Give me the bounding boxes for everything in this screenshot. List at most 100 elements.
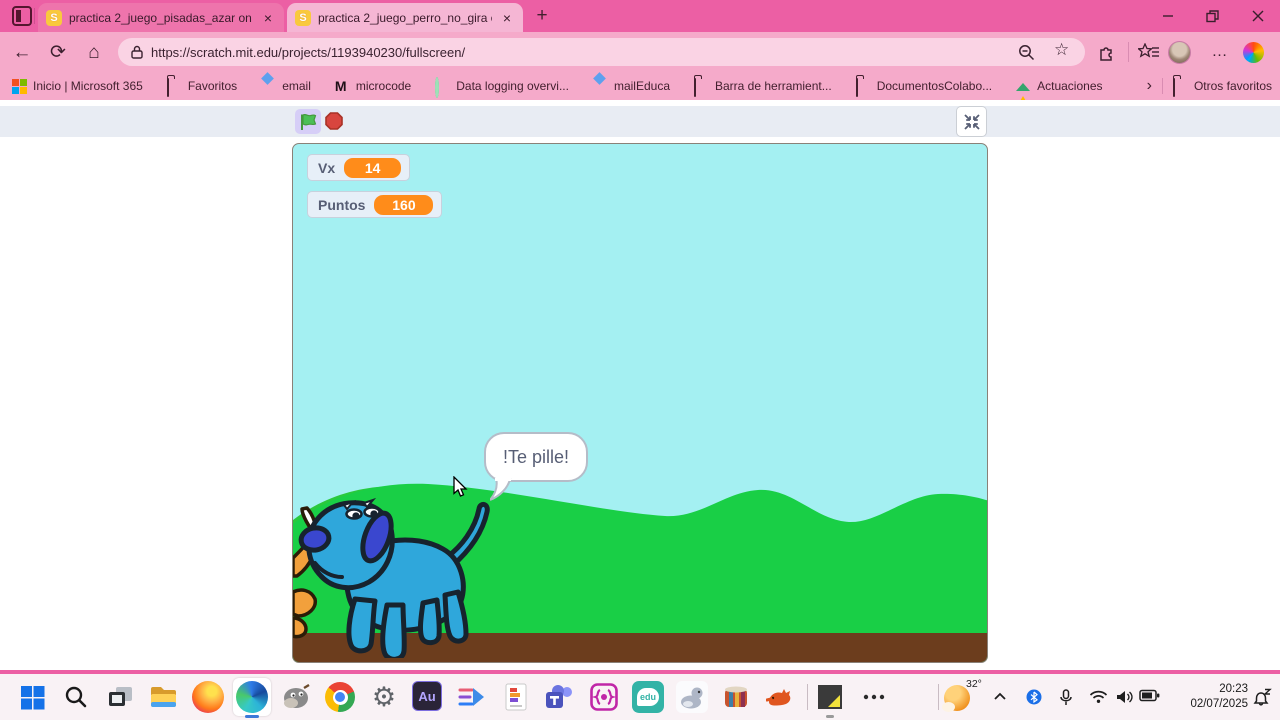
divider [34,8,35,24]
bookmark-item[interactable]: DocumentosColabo... [855,77,992,97]
taskbar-clock[interactable]: 20:23 02/07/2025 [1190,682,1248,712]
bookmark-item[interactable]: M microcode [334,77,411,94]
taskbar-overflow-icon[interactable] [858,681,890,713]
start-button[interactable] [16,681,48,713]
document-app-icon[interactable] [500,681,532,713]
letter-m-icon: M [334,77,347,94]
favorites-list-icon[interactable] [1138,43,1160,61]
app-running-indicator [826,715,834,718]
tab-inactive[interactable]: S practica 2_juego_pisadas_azar on × [38,3,284,32]
bookmark-item[interactable]: mailEduca [593,79,670,94]
edge-browser-icon[interactable] [236,681,268,713]
close-button[interactable] [1236,0,1280,32]
scratch-stage[interactable]: Vx 14 Puntos 160 !Te pille! [292,143,988,663]
teams-icon[interactable] [544,681,576,713]
bookmarks-overflow-chevron-icon[interactable]: › [1147,77,1152,95]
tab-active[interactable]: S practica 2_juego_perro_no_gira o × [287,3,523,32]
bookmark-item[interactable]: Barra de herramient... [694,77,832,97]
refresh-icon[interactable]: ⟳ [44,40,72,66]
notification-bell-icon[interactable] [1253,688,1272,707]
bookmark-item[interactable]: Data logging overvi... [435,76,569,98]
search-icon[interactable] [60,681,92,713]
green-flag-icon [301,113,317,130]
bookmark-item[interactable]: email [261,79,311,94]
close-tab-icon[interactable]: × [499,10,515,26]
tab-title: practica 2_juego_pisadas_azar on [69,10,252,25]
monitor-label: Puntos [318,196,366,213]
bookmarks-bar: Inicio | Microsoft 365 Favoritos email M… [0,72,1280,108]
firefox-icon[interactable] [192,681,224,713]
clock-time: 20:23 [1219,683,1248,695]
educamadrid-icon[interactable]: edu [632,681,664,713]
edge-running-indicator [245,715,259,718]
weather-temperature: 32° [966,678,982,690]
home-icon[interactable]: ⌂ [80,40,108,66]
bookmark-item[interactable]: Actuaciones [1016,78,1103,108]
profile-avatar[interactable] [1168,41,1191,64]
dog-sprite[interactable] [297,493,497,658]
adobe-audition-icon[interactable]: Au [412,681,442,711]
minimize-button[interactable] [1146,0,1190,32]
monitor-value: 14 [344,157,402,178]
tray-chevron-up-icon[interactable] [992,689,1008,705]
volume-icon[interactable] [1116,689,1134,705]
extensions-puzzle-icon[interactable] [1098,43,1117,62]
speech-bubble: !Te pille! [484,432,588,482]
divider [1128,42,1129,62]
microphone-icon[interactable] [1058,689,1074,706]
braces-app-icon[interactable] [588,681,620,713]
restore-button[interactable] [1190,0,1234,32]
edu-bubble: edu [637,688,659,706]
scratch-favicon-icon: S [295,9,311,26]
chrome-icon[interactable] [324,681,356,713]
dark-yellow-corner-app-icon[interactable] [814,681,846,713]
clock-date: 02/07/2025 [1190,698,1248,710]
hedgehog-app-icon[interactable] [764,681,796,713]
wifi-icon[interactable] [1089,689,1108,704]
divider [938,684,939,710]
scratch-player-header [0,106,1280,137]
exit-fullscreen-button[interactable] [957,107,986,136]
bookmark-item[interactable]: Favoritos [166,77,237,97]
close-tab-icon[interactable]: × [260,10,276,26]
folder-icon [1172,77,1175,97]
bluetooth-icon[interactable] [1026,689,1042,705]
file-explorer-icon[interactable] [148,681,180,713]
video-editor-icon[interactable] [456,681,488,713]
other-favorites-button[interactable]: Otros favoritos [1172,77,1272,97]
divider [807,684,808,710]
folder-icon [694,77,696,97]
new-tab-button[interactable]: + [530,4,554,28]
green-flag-button[interactable] [295,109,321,134]
bookmark-item[interactable]: Inicio | Microsoft 365 [12,78,143,94]
folder-icon [166,77,169,97]
tab-actions-icon[interactable] [12,6,32,26]
variable-monitor-puntos[interactable]: Puntos 160 [307,191,443,218]
screen: S practica 2_juego_pisadas_azar on × S p… [0,0,1280,720]
address-bar[interactable]: https://scratch.mit.edu/projects/1193940… [118,38,1085,66]
microsoft-logo-icon [12,78,27,94]
settings-more-icon[interactable]: … [1208,40,1232,66]
battery-icon[interactable] [1139,689,1160,702]
drum-app-icon[interactable] [720,681,752,713]
monitor-label: Vx [318,159,336,176]
seal-app-icon[interactable] [676,681,708,713]
variable-monitor-vx[interactable]: Vx 14 [307,154,411,181]
task-view-icon[interactable] [104,681,136,713]
speech-text: !Te pille! [502,446,570,467]
scratch-favicon-icon: S [46,9,62,26]
speech-bubble-tail [490,478,512,501]
monitor-value: 160 [374,194,434,215]
stop-button[interactable] [325,112,343,130]
lock-icon [131,45,143,59]
tab-title: practica 2_juego_perro_no_gira o [318,10,492,25]
favorite-star-icon[interactable]: ☆ [1054,40,1069,60]
copilot-icon[interactable] [1243,42,1264,63]
zoom-out-icon[interactable] [1018,44,1035,61]
gimp-icon[interactable] [280,681,312,713]
bookmarks-right: › Otros favoritos [1147,72,1272,100]
settings-gear-icon[interactable]: ⚙ [368,681,400,713]
back-icon[interactable]: ← [8,40,36,66]
url-text: https://scratch.mit.edu/projects/1193940… [151,44,466,60]
stop-octagon-icon [325,112,343,130]
